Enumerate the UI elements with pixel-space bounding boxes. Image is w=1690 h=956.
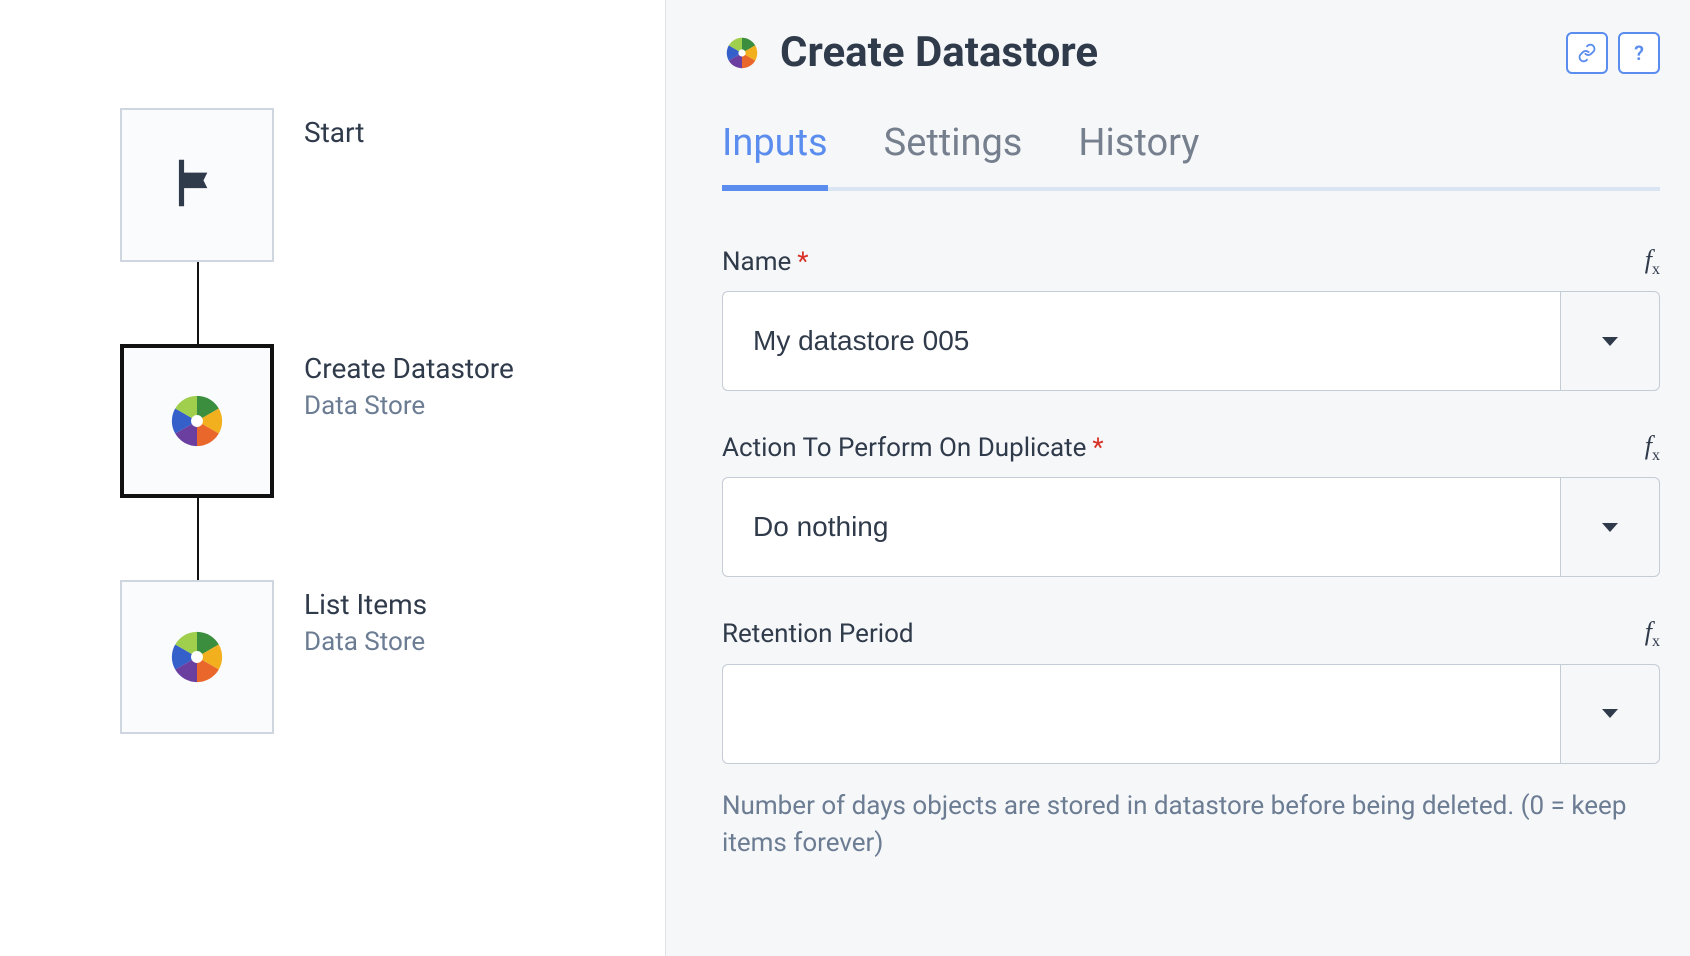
chevron-down-icon	[1602, 709, 1618, 718]
node-box-start[interactable]	[120, 108, 274, 262]
fx-button[interactable]: fx	[1645, 431, 1660, 465]
help-button[interactable]: ?	[1618, 32, 1660, 74]
connector	[197, 262, 199, 344]
field-label-duplicate: Action To Perform On Duplicate*	[722, 433, 1104, 463]
node-box-create-datastore[interactable]	[120, 344, 274, 498]
flow-node-create-datastore[interactable]: Create Datastore Data Store	[120, 344, 665, 498]
question-icon: ?	[1634, 41, 1644, 65]
node-title: List Items	[304, 588, 427, 621]
duplicate-action-dropdown[interactable]	[1560, 477, 1660, 577]
tab-settings[interactable]: Settings	[884, 121, 1023, 187]
panel-title: Create Datastore	[780, 28, 1098, 77]
name-input[interactable]	[722, 291, 1560, 391]
node-box-list-items[interactable]	[120, 580, 274, 734]
flow-canvas[interactable]: Start Create Datastore Data Store	[0, 0, 665, 956]
pinwheel-icon	[164, 624, 230, 690]
retention-input[interactable]	[722, 664, 1560, 764]
field-name: Name* fx	[722, 245, 1660, 391]
flag-icon	[166, 152, 228, 218]
tabs: Inputs Settings History	[722, 121, 1660, 191]
tab-inputs[interactable]: Inputs	[722, 121, 828, 187]
fx-button[interactable]: fx	[1645, 245, 1660, 279]
chevron-down-icon	[1602, 523, 1618, 532]
field-label-retention: Retention Period	[722, 619, 914, 649]
field-duplicate-action: Action To Perform On Duplicate* fx	[722, 431, 1660, 577]
tab-history[interactable]: History	[1078, 121, 1199, 187]
node-title: Create Datastore	[304, 352, 514, 385]
field-retention: Retention Period fx Number of days objec…	[722, 617, 1660, 863]
pinwheel-icon	[722, 33, 762, 73]
pinwheel-icon	[164, 388, 230, 454]
detail-panel: Create Datastore ? Inputs Settings Histo…	[665, 0, 1690, 956]
name-dropdown[interactable]	[1560, 291, 1660, 391]
retention-dropdown[interactable]	[1560, 664, 1660, 764]
link-button[interactable]	[1566, 32, 1608, 74]
link-icon	[1577, 43, 1597, 63]
flow-node-list-items[interactable]: List Items Data Store	[120, 580, 665, 734]
chevron-down-icon	[1602, 337, 1618, 346]
node-title: Start	[304, 116, 364, 149]
fx-button[interactable]: fx	[1645, 617, 1660, 651]
flow-node-start[interactable]: Start	[120, 108, 665, 262]
retention-help-text: Number of days objects are stored in dat…	[722, 788, 1660, 863]
connector	[197, 498, 199, 580]
node-subtitle: Data Store	[304, 627, 427, 657]
node-subtitle: Data Store	[304, 391, 514, 421]
duplicate-action-input[interactable]	[722, 477, 1560, 577]
field-label-name: Name*	[722, 247, 808, 277]
